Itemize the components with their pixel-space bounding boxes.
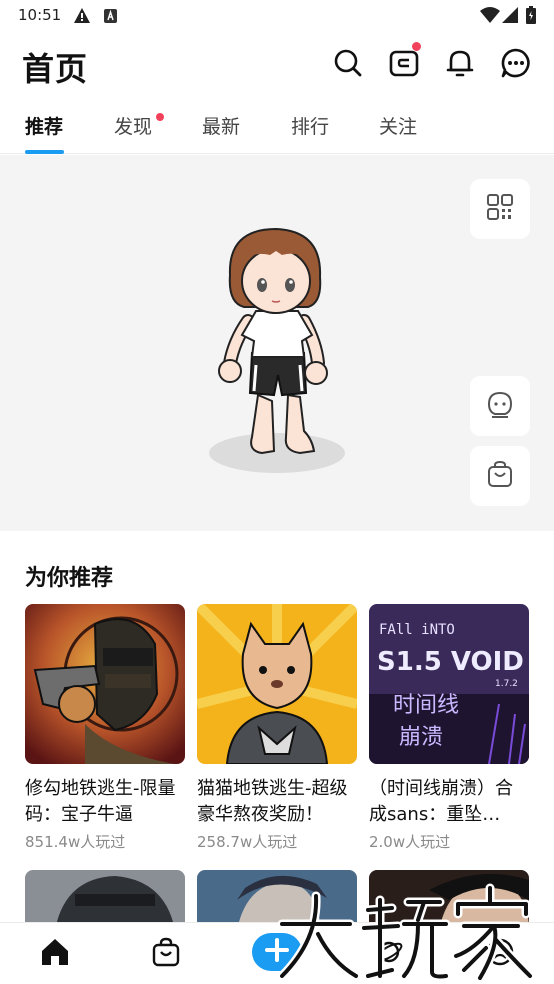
game-title[interactable]: （时间线崩溃）合成sans：重坠… [369, 776, 529, 828]
wifi-icon [480, 7, 500, 27]
status-bar: 10:51 [0, 0, 554, 32]
page-title: 首页 [22, 50, 89, 88]
game-title[interactable]: 猫猫地铁逃生-超级豪华熬夜奖励！ [197, 776, 357, 828]
watermark [268, 880, 554, 984]
thumb-text-timeline: 时间线 [393, 693, 459, 718]
tab-following[interactable]: 关注 [379, 112, 417, 139]
play-count: 258.7w人玩过 [197, 833, 298, 851]
game-thumbnail[interactable] [197, 604, 357, 764]
play-count: 2.0w人玩过 [369, 833, 451, 851]
shopping-bag-icon [486, 460, 514, 492]
thumb-text-fall-into: FAll iNTO [379, 622, 455, 638]
thumb-text-void: S1.5 VOID [377, 647, 524, 677]
shop-bag-icon[interactable] [151, 937, 181, 967]
section-title-recommend: 为你推荐 [25, 566, 114, 591]
thumb-text-version: 1.7.2 [495, 679, 518, 689]
game-title[interactable]: 修勾地铁逃生-限量码：宝子牛逼 [25, 776, 185, 828]
search-icon[interactable] [331, 46, 365, 80]
top-tabs: 推荐 发现 最新 排行 关注 [0, 100, 554, 154]
tab-latest[interactable]: 最新 [202, 112, 240, 139]
thumb-text-collapse: 崩溃 [399, 725, 443, 750]
game-card[interactable]: 修勾地铁逃生-限量码：宝子牛逼 851.4w人玩过 [25, 604, 185, 852]
battery-icon [526, 6, 536, 28]
shopping-bag-button[interactable] [470, 446, 530, 506]
game-thumbnail[interactable] [25, 604, 185, 764]
discover-badge [156, 113, 164, 121]
avatar-face-icon [486, 390, 514, 422]
alert-icon [74, 8, 90, 27]
avatar-character[interactable] [200, 225, 360, 475]
active-tab-indicator [25, 150, 64, 154]
wallet-badge [412, 42, 421, 51]
tab-ranking[interactable]: 排行 [291, 112, 329, 139]
game-thumbnail[interactable] [25, 870, 185, 930]
tab-discover[interactable]: 发现 [114, 112, 152, 139]
avatar-showcase [0, 155, 554, 531]
status-time: 10:51 [18, 6, 62, 24]
chat-icon[interactable] [499, 46, 533, 80]
tab-recommend[interactable]: 推荐 [25, 112, 63, 139]
qr-code-button[interactable] [470, 179, 530, 239]
cell-signal-icon [502, 7, 518, 27]
game-thumbnail[interactable]: FAll iNTO S1.5 VOID 1.7.2 时间线 崩溃 [369, 604, 529, 764]
game-card[interactable]: 猫猫地铁逃生-超级豪华熬夜奖励！ 258.7w人玩过 [197, 604, 357, 852]
app-notification-icon [104, 8, 117, 27]
home-icon[interactable] [40, 937, 70, 967]
wallet-icon[interactable] [387, 46, 421, 80]
play-count: 851.4w人玩过 [25, 833, 126, 851]
game-card[interactable]: FAll iNTO S1.5 VOID 1.7.2 时间线 崩溃 （时间线崩溃）… [369, 604, 529, 852]
qr-code-icon [486, 193, 514, 225]
avatar-face-button[interactable] [470, 376, 530, 436]
app-header: 首页 [0, 32, 554, 100]
bell-icon[interactable] [443, 46, 477, 80]
